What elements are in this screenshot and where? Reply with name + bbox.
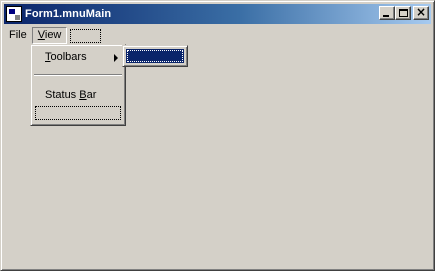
menu-item-status-bar[interactable]: Status Bar bbox=[34, 87, 122, 104]
submenu-item-empty-selected[interactable] bbox=[126, 49, 184, 63]
maximize-button[interactable] bbox=[395, 6, 411, 20]
menu-file-label: File bbox=[9, 29, 27, 41]
caption-buttons: × bbox=[379, 5, 429, 20]
menu-view[interactable]: View bbox=[31, 27, 68, 44]
status-bar-prefix: Status bbox=[45, 89, 80, 101]
maximize-icon bbox=[399, 9, 408, 17]
app-icon[interactable] bbox=[6, 6, 22, 22]
menu-bar: File View bbox=[4, 26, 431, 45]
close-button[interactable]: × bbox=[413, 5, 429, 20]
minimize-icon bbox=[383, 15, 389, 17]
view-dropdown-menu: Toolbars Status Bar bbox=[30, 44, 126, 126]
title-bar[interactable]: Form1.mnuMain × bbox=[4, 4, 431, 24]
menu-separator bbox=[34, 74, 122, 76]
menu-empty-placeholder[interactable] bbox=[70, 28, 102, 43]
status-bar-mnemonic: B bbox=[79, 89, 87, 101]
submenu-arrow-icon bbox=[114, 54, 118, 62]
menu-view-mnemonic: V bbox=[37, 29, 45, 41]
window-title: Form1.mnuMain bbox=[25, 8, 112, 20]
menu-item-empty-placeholder[interactable] bbox=[35, 106, 121, 120]
close-icon: × bbox=[415, 5, 427, 19]
toolbars-label: oolbars bbox=[50, 51, 87, 63]
status-bar-rest: ar bbox=[86, 89, 97, 101]
menu-file[interactable]: File bbox=[4, 27, 32, 44]
menu-item-toolbars[interactable]: Toolbars bbox=[34, 49, 122, 66]
form-window: Form1.mnuMain × File View Toolbars Statu… bbox=[0, 0, 435, 271]
toolbars-submenu bbox=[122, 45, 188, 67]
menu-view-label: iew bbox=[44, 29, 62, 41]
minimize-button[interactable] bbox=[379, 6, 395, 20]
